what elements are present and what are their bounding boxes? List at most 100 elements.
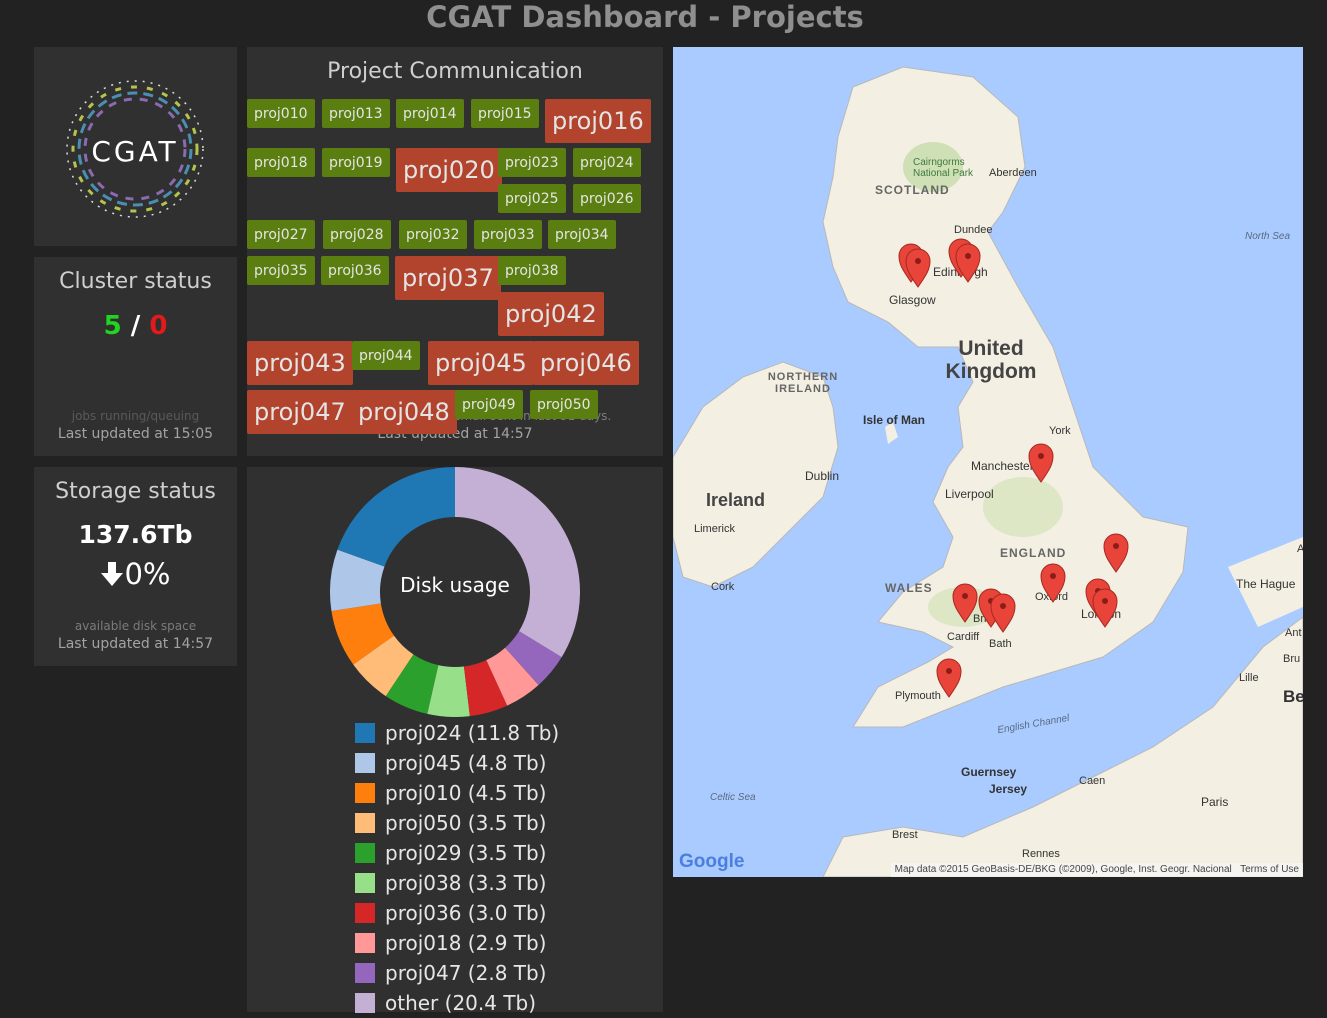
project-tag-proj025[interactable]: proj025 [498, 184, 566, 213]
map-marker-icon[interactable] [1040, 563, 1066, 603]
logo-widget: CGAT [34, 47, 237, 246]
project-tag-proj038[interactable]: proj038 [498, 256, 566, 285]
legend-label: proj045 (4.8 Tb) [385, 751, 547, 775]
legend-swatch [355, 903, 375, 923]
legend-label: proj029 (3.5 Tb) [385, 841, 547, 865]
cluster-more-info: jobs running/queuing [71, 409, 200, 423]
map-attribution-text: Map data ©2015 GeoBasis-DE/BKG (©2009), … [894, 864, 1232, 875]
storage-change-value: 0% [124, 557, 171, 591]
storage-status-title: Storage status [55, 479, 216, 504]
legend-swatch [355, 873, 375, 893]
storage-more-info: available disk space [74, 619, 197, 633]
project-tag-proj015[interactable]: proj015 [471, 99, 539, 128]
project-tag-proj014[interactable]: proj014 [396, 99, 464, 128]
counts-separator: / [130, 311, 141, 341]
project-tag-proj044[interactable]: proj044 [352, 341, 420, 370]
legend-swatch [355, 993, 375, 1013]
legend-label: proj024 (11.8 Tb) [385, 721, 560, 745]
legend-item-proj010[interactable]: proj010 (4.5 Tb) [355, 778, 546, 808]
project-tag-proj046[interactable]: proj046 [533, 341, 639, 385]
project-tag-proj023[interactable]: proj023 [498, 148, 566, 177]
legend-label: proj050 (3.5 Tb) [385, 811, 547, 835]
legend-swatch [355, 753, 375, 773]
legend-item-other[interactable]: other (20.4 Tb) [355, 988, 536, 1018]
project-tag-proj018[interactable]: proj018 [247, 148, 315, 177]
storage-change: 0% [34, 557, 237, 591]
project-tag-proj050[interactable]: proj050 [530, 390, 598, 419]
cluster-updated-at: Last updated at 15:05 [57, 426, 214, 442]
project-tag-proj045[interactable]: proj045 [428, 341, 534, 385]
legend-label: proj038 (3.3 Tb) [385, 871, 547, 895]
donut-slice-other[interactable] [455, 467, 580, 658]
map-marker-icon[interactable] [952, 583, 978, 623]
project-tag-proj037[interactable]: proj037 [395, 256, 501, 300]
project-tag-proj049[interactable]: proj049 [455, 390, 523, 419]
project-tag-proj047[interactable]: proj047 [247, 390, 353, 434]
legend-item-proj024[interactable]: proj024 (11.8 Tb) [355, 718, 559, 748]
map-marker-icon[interactable] [955, 243, 981, 283]
logo-text: CGAT [91, 135, 178, 168]
project-tag-proj032[interactable]: proj032 [399, 220, 467, 249]
project-tag-proj024[interactable]: proj024 [573, 148, 641, 177]
arrow-down-icon [101, 562, 124, 586]
cgat-logo: CGAT [66, 80, 204, 218]
legend-label: other (20.4 Tb) [385, 991, 537, 1015]
project-tag-proj033[interactable]: proj033 [474, 220, 542, 249]
google-logo: Google [679, 851, 745, 872]
storage-updated-at: Last updated at 14:57 [57, 636, 214, 652]
page-title: CGAT Dashboard - Projects [426, 0, 864, 34]
legend-swatch [355, 963, 375, 983]
legend-item-proj029[interactable]: proj029 (3.5 Tb) [355, 838, 546, 868]
map-marker-icon[interactable] [990, 593, 1016, 633]
legend-label: proj036 (3.0 Tb) [385, 901, 547, 925]
jobs-queuing-count: 0 [149, 311, 168, 341]
map-terms-link[interactable]: Terms of Use [1240, 864, 1299, 875]
project-locations-map[interactable]: SCOTLAND Cairngorms National Park Aberde… [673, 47, 1303, 877]
communication-title: Project Communication [327, 59, 583, 84]
legend-label: proj010 (4.5 Tb) [385, 781, 547, 805]
legend-swatch [355, 843, 375, 863]
legend-swatch [355, 933, 375, 953]
project-tag-proj010[interactable]: proj010 [247, 99, 315, 128]
legend-item-proj047[interactable]: proj047 (2.8 Tb) [355, 958, 546, 988]
map-markers [898, 238, 1129, 698]
map-attribution: Map data ©2015 GeoBasis-DE/BKG (©2009), … [890, 863, 1303, 877]
project-tag-proj027[interactable]: proj027 [247, 220, 315, 249]
project-tag-proj019[interactable]: proj019 [322, 148, 390, 177]
donut-slice-proj024[interactable] [337, 467, 455, 567]
legend-item-proj038[interactable]: proj038 (3.3 Tb) [355, 868, 546, 898]
disk-usage-donut: Disk usage [330, 467, 580, 717]
legend-label: proj047 (2.8 Tb) [385, 961, 547, 985]
project-tag-proj036[interactable]: proj036 [321, 256, 389, 285]
legend-item-proj018[interactable]: proj018 (2.9 Tb) [355, 928, 546, 958]
legend-label: proj018 (2.9 Tb) [385, 931, 547, 955]
map-marker-icon[interactable] [905, 248, 931, 288]
cluster-status-widget: Cluster status 5 / 0 jobs running/queuin… [34, 257, 237, 456]
map-marker-icon[interactable] [1028, 443, 1054, 483]
project-tag-proj043[interactable]: proj043 [247, 341, 353, 385]
legend-swatch [355, 723, 375, 743]
project-tag-proj026[interactable]: proj026 [573, 184, 641, 213]
map-marker-icon[interactable] [936, 658, 962, 698]
cluster-status-title: Cluster status [59, 269, 212, 294]
jobs-running-count: 5 [103, 311, 122, 341]
project-tag-proj016[interactable]: proj016 [545, 99, 651, 143]
map-marker-icon[interactable] [1092, 588, 1118, 628]
legend-swatch [355, 783, 375, 803]
project-tag-proj042[interactable]: proj042 [498, 292, 604, 336]
legend-item-proj050[interactable]: proj050 (3.5 Tb) [355, 808, 546, 838]
storage-status-widget: Storage status 137.6Tb 0% available disk… [34, 467, 237, 666]
map-marker-icon[interactable] [1103, 533, 1129, 573]
project-tag-proj048[interactable]: proj048 [351, 390, 457, 434]
legend-item-proj045[interactable]: proj045 (4.8 Tb) [355, 748, 546, 778]
project-tag-proj020[interactable]: proj020 [396, 148, 502, 192]
legend-item-proj036[interactable]: proj036 (3.0 Tb) [355, 898, 546, 928]
project-tag-proj013[interactable]: proj013 [322, 99, 390, 128]
project-tag-proj035[interactable]: proj035 [247, 256, 315, 285]
project-tag-proj034[interactable]: proj034 [548, 220, 616, 249]
donut-center-label: Disk usage [400, 573, 510, 597]
legend-swatch [355, 813, 375, 833]
project-tag-proj028[interactable]: proj028 [323, 220, 391, 249]
cluster-counts: 5 / 0 [34, 311, 237, 341]
storage-value: 137.6Tb [78, 520, 193, 549]
